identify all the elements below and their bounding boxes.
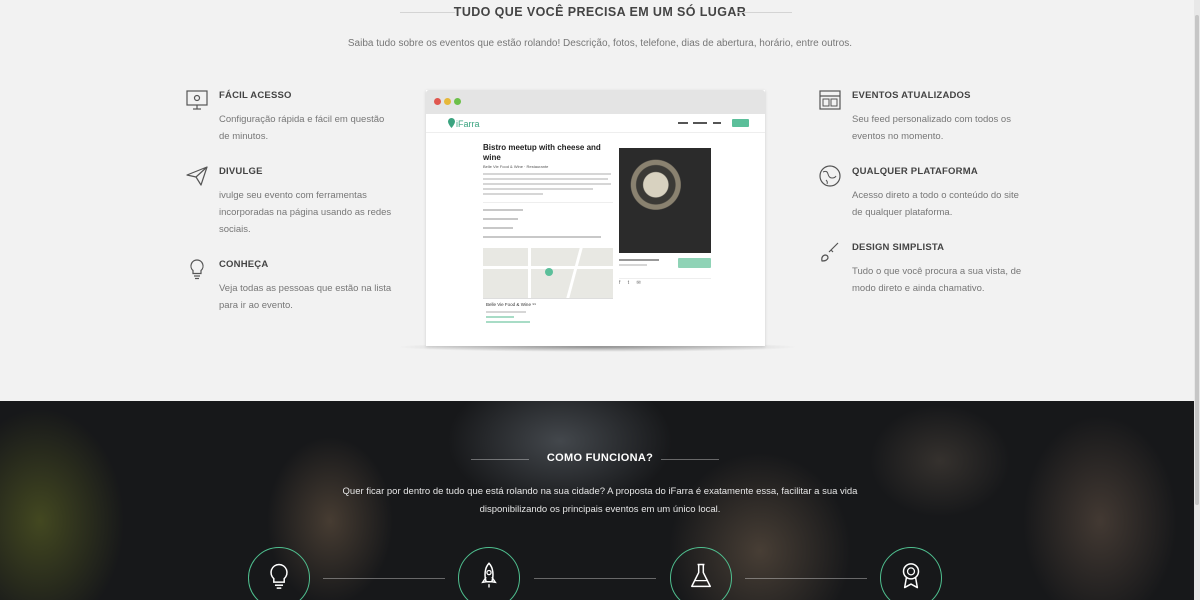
mockup-venue: Belle Vie Food & Wine ⁹⁹ [483, 298, 613, 327]
step-connector [745, 578, 867, 579]
section-subtitle: Saiba tudo sobre os eventos que estão ro… [347, 38, 853, 49]
mockup-logo: iFarra [456, 119, 480, 129]
map-pin-icon [448, 118, 455, 128]
how-it-works-title: COMO FUNCIONA? [546, 452, 654, 464]
mockup-text-line [483, 183, 611, 185]
mockup-text-line [483, 173, 611, 175]
map-marker-icon [545, 268, 553, 276]
rocket-icon [481, 562, 497, 588]
layout-icon [819, 90, 841, 110]
mockup-venue-line [486, 311, 526, 313]
features-section: TUDO QUE VOCÊ PRECISA EM UM SÓ LUGAR Sai… [0, 0, 1200, 401]
browser-mockup: iFarra Bistro meetup with cheese and win… [426, 90, 765, 346]
how-it-works-text: Quer ficar por dentro de tudo que está r… [342, 486, 858, 515]
step-rocket [458, 547, 520, 600]
mockup-event-title: Bistro meetup with cheese and wine [483, 143, 601, 162]
feature-text: Seu feed personalizado com todos os even… [852, 114, 1011, 142]
step-lightbulb [248, 547, 310, 600]
mockup-text-line [483, 188, 593, 190]
feature-title: FÁCIL ACESSO [219, 90, 292, 101]
browser-titlebar [426, 90, 765, 114]
feature-design-simplista: DESIGN SIMPLISTA Tudo o que você procura… [821, 242, 1027, 297]
mockup-nav-link [713, 122, 721, 124]
feature-conheca: CONHEÇA Veja todas as pessoas que estão … [190, 259, 394, 314]
feature-eventos-atualizados: EVENTOS ATUALIZADOS Seu feed personaliza… [819, 90, 1027, 145]
mockup-date-line [619, 264, 647, 266]
feature-text: Acesso direto a todo o conteúdo do site … [852, 190, 1019, 218]
feature-title: DIVULGE [219, 166, 263, 177]
lightbulb-icon [270, 563, 288, 589]
title-divider-right [661, 459, 719, 460]
paper-plane-icon [186, 166, 208, 186]
scrollbar-thumb[interactable] [1195, 15, 1199, 505]
how-it-works-section: COMO FUNCIONA? Quer ficar por dentro de … [0, 401, 1200, 600]
feature-text: Configuração rápida e fácil em questão d… [219, 114, 385, 142]
monitor-icon [186, 90, 208, 110]
mockup-venue-line [486, 316, 514, 318]
map-road [566, 248, 583, 298]
close-dot-icon [434, 98, 441, 105]
section-title: TUDO QUE VOCÊ PRECISA EM UM SÓ LUGAR [453, 5, 747, 19]
step-award [880, 547, 942, 600]
mockup-detail-line [483, 209, 523, 211]
feature-title: QUALQUER PLATAFORMA [852, 166, 978, 177]
mockup-event-org: Belle Vie Food & Wine · Restaurante [483, 164, 549, 169]
mockup-divider [426, 132, 765, 133]
globe-icon [819, 165, 841, 187]
mockup-social-icons: f t ✉ [619, 280, 644, 286]
maximize-dot-icon [454, 98, 461, 105]
mockup-nav-button [732, 119, 749, 127]
mockup-detail-line [483, 218, 518, 220]
mockup-venue-line [486, 321, 530, 323]
step-flask [670, 547, 732, 600]
award-icon [902, 563, 920, 589]
feature-text: Veja todas as pessoas que estão na lista… [219, 283, 392, 311]
mockup-venue-name: Belle Vie Food & Wine ⁹⁹ [486, 302, 537, 307]
mockup-divider [619, 278, 711, 279]
flask-icon [691, 563, 711, 588]
feature-facil-acesso: FÁCIL ACESSO Configuração rápida e fácil… [186, 90, 394, 145]
minimize-dot-icon [444, 98, 451, 105]
mockup-action-button [678, 258, 711, 268]
feature-qualquer-plataforma: QUALQUER PLATAFORMA Acesso direto a todo… [819, 165, 1027, 221]
page-scrollbar[interactable] [1194, 0, 1200, 600]
title-divider-right [737, 12, 792, 13]
map-road [528, 248, 531, 298]
mockup-nav-link [693, 122, 707, 124]
mockup-text-line [483, 193, 543, 195]
feature-title: EVENTOS ATUALIZADOS [852, 90, 971, 101]
mockup-text-line [483, 178, 608, 180]
mockup-divider [483, 202, 613, 203]
brush-icon [821, 242, 839, 262]
feature-title: CONHEÇA [219, 259, 269, 270]
step-connector [534, 578, 656, 579]
feature-text: Tudo o que você procura a sua vista, de … [852, 266, 1022, 294]
feature-text: ivulge seu evento com ferramentas incorp… [219, 190, 392, 235]
mockup-map [483, 248, 613, 298]
step-connector [323, 578, 445, 579]
lightbulb-icon [190, 259, 204, 280]
mockup-detail-line [483, 227, 513, 229]
feature-title: DESIGN SIMPLISTA [852, 242, 945, 253]
mockup-date-line [619, 259, 659, 261]
mockup-nav-link [678, 122, 688, 124]
mockup-detail-line [483, 236, 601, 238]
feature-divulge: DIVULGE ivulge seu evento com ferramenta… [186, 166, 394, 238]
mockup-event-photo [619, 148, 711, 253]
